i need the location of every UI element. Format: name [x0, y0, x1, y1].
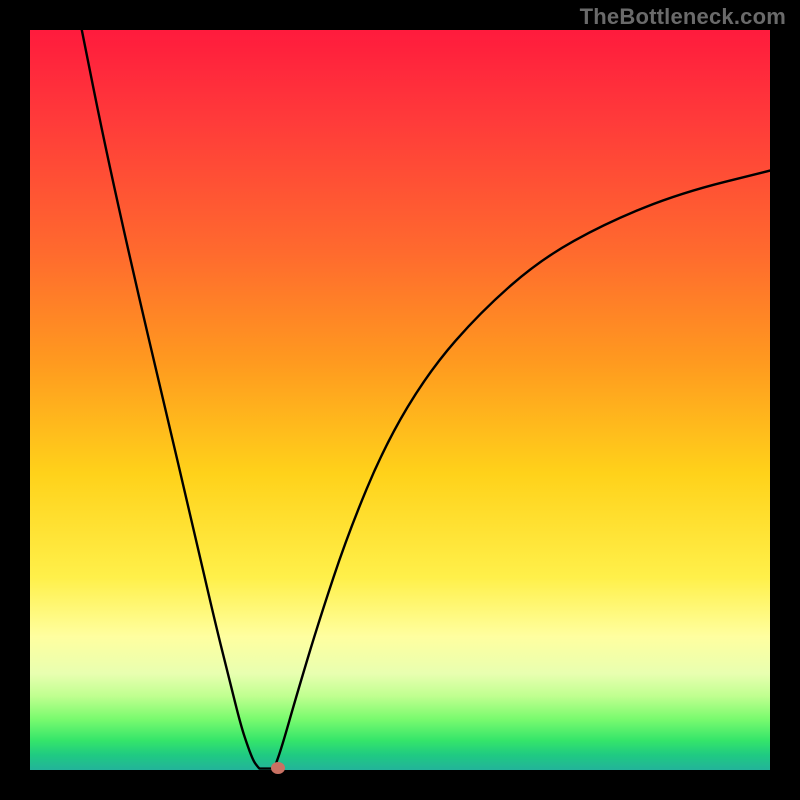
plot-area [30, 30, 770, 770]
bottleneck-curve [30, 30, 770, 770]
optimum-marker [271, 762, 285, 774]
curve-path [82, 30, 770, 769]
app-frame: TheBottleneck.com [0, 0, 800, 800]
watermark-text: TheBottleneck.com [580, 4, 786, 30]
